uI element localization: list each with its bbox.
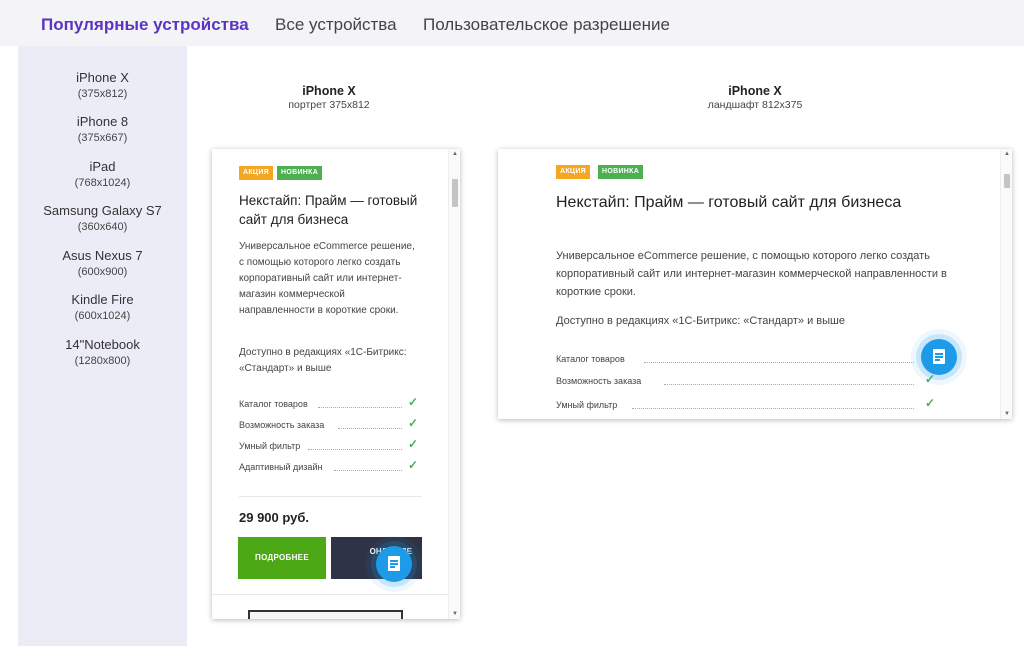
badge-sale: АКЦИЯ [239, 166, 274, 180]
feature-label: Умный фильтр [556, 400, 618, 410]
product-editions: Доступно в редакциях «1С-Битрикс: «Станд… [556, 315, 845, 327]
product-price: 29 900 руб. [239, 510, 310, 525]
device-name: Asus Nexus 7 [62, 248, 143, 263]
preview-orientation: портрет 375x812 [288, 99, 370, 111]
preview-device-title: iPhone X [728, 84, 782, 98]
feature-label: Возможность заказа [556, 376, 642, 386]
check-icon: ✓ [408, 437, 419, 451]
badge-sale: АКЦИЯ [556, 165, 591, 179]
device-resolution: (375x667) [77, 132, 128, 144]
device-item-kindle-fire[interactable]: Kindle Fire (600x1024) [18, 292, 187, 322]
landscape-preview-caption: iPhone X ландшафт 812x375 [655, 84, 855, 111]
triangle-up-icon[interactable]: ▲ [449, 151, 460, 157]
preview-orientation: ландшафт 812x375 [707, 99, 803, 111]
chat-document-icon [933, 349, 945, 364]
triangle-down-icon[interactable]: ▼ [1001, 411, 1012, 417]
check-icon: ✓ [408, 395, 419, 409]
device-item-14-notebook[interactable]: 14"Notebook (1280x800) [18, 337, 187, 367]
device-item-iphone-8[interactable]: iPhone 8 (375x667) [18, 114, 187, 144]
check-icon: ✓ [925, 396, 936, 410]
device-name: 14"Notebook [65, 337, 140, 352]
feature-leader [632, 408, 914, 409]
device-tabs: Популярные устройства Все устройства Пол… [0, 0, 1024, 46]
tab-custom-resolution[interactable]: Пользовательское разрешение [423, 15, 670, 35]
device-item-samsung-galaxy-s7[interactable]: Samsung Galaxy S7 (360x640) [18, 203, 187, 233]
device-list: iPhone X (375x812) iPhone 8 (375x667) iP… [18, 46, 187, 646]
feature-label: Возможность заказа [239, 420, 325, 430]
feature-label: Каталог товаров [556, 354, 625, 364]
device-name: iPad [89, 159, 116, 174]
feature-leader [664, 384, 914, 385]
check-icon: ✓ [408, 458, 419, 472]
device-resolution: (600x900) [77, 266, 128, 278]
portrait-preview-frame[interactable]: АКЦИЯ НОВИНКА Некстайп: Прайм — готовый … [212, 149, 460, 619]
scrollbar-thumb[interactable] [1004, 174, 1010, 188]
feature-leader [338, 428, 402, 429]
triangle-down-icon[interactable]: ▼ [449, 611, 460, 617]
feature-leader [644, 362, 914, 363]
product-title: Некстайп: Прайм — готовый сайт для бизне… [556, 194, 902, 211]
product-description: Универсальное eCommerce решение, с помощ… [239, 241, 415, 316]
divider [239, 496, 422, 497]
laptop-image [248, 610, 403, 619]
preview-device-title: iPhone X [302, 84, 356, 98]
check-icon: ✓ [408, 416, 419, 430]
device-resolution: (375x812) [77, 88, 128, 100]
feature-label: Адаптивный дизайн [239, 462, 323, 472]
feature-leader [308, 449, 402, 450]
device-item-iphone-x[interactable]: iPhone X (375x812) [18, 70, 187, 100]
landscape-preview-frame[interactable]: АКЦИЯ НОВИНКА Некстайп: Прайм — готовый … [498, 149, 1012, 419]
device-resolution: (600x1024) [74, 310, 131, 322]
tab-popular-devices[interactable]: Популярные устройства [41, 15, 249, 35]
scrollbar-thumb[interactable] [452, 179, 458, 207]
chat-widget-button[interactable] [921, 339, 957, 375]
device-item-ipad[interactable]: iPad (768x1024) [18, 159, 187, 189]
device-resolution: (768x1024) [74, 177, 131, 189]
chat-widget-button[interactable] [376, 546, 412, 582]
product-editions: Доступно в редакциях «1С-Битрикс: «Станд… [239, 347, 407, 374]
device-item-asus-nexus-7[interactable]: Asus Nexus 7 (600x900) [18, 248, 187, 278]
more-button[interactable]: ПОДРОБНЕЕ [238, 537, 326, 579]
feature-label: Каталог товаров [239, 399, 308, 409]
device-resolution: (1280x800) [74, 355, 131, 367]
badge-new: НОВИНКА [598, 165, 644, 179]
product-title: Некстайп: Прайм — готовый сайт для бизне… [239, 193, 418, 227]
triangle-up-icon[interactable]: ▲ [1001, 151, 1012, 157]
portrait-preview-caption: iPhone X портрет 375x812 [229, 84, 429, 111]
device-name: Samsung Galaxy S7 [43, 203, 162, 218]
tab-all-devices[interactable]: Все устройства [275, 15, 397, 35]
product-description: Универсальное eCommerce решение, с помощ… [556, 250, 947, 298]
device-name: iPhone X [76, 70, 129, 85]
feature-leader [334, 470, 402, 471]
device-name: iPhone 8 [76, 114, 129, 129]
chat-document-icon [388, 556, 400, 571]
feature-label: Умный фильтр [239, 441, 301, 451]
divider [212, 594, 448, 595]
device-resolution: (360x640) [77, 221, 128, 233]
device-name: Kindle Fire [71, 292, 134, 307]
landscape-scrollbar[interactable]: ▲ ▼ [1000, 149, 1012, 419]
feature-leader [318, 407, 402, 408]
badge-new: НОВИНКА [277, 166, 323, 180]
portrait-scrollbar[interactable]: ▲ ▼ [448, 149, 460, 619]
